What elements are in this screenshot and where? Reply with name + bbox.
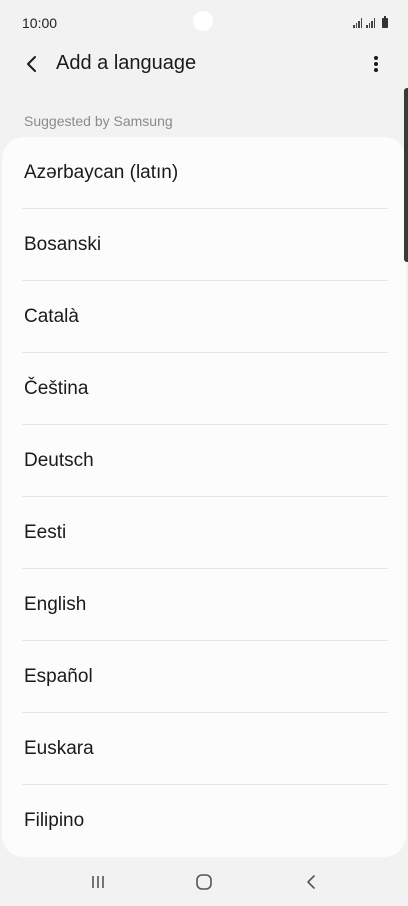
language-item[interactable]: Eesti xyxy=(2,497,406,569)
language-label: Čeština xyxy=(24,378,89,399)
status-bar: 10:00 xyxy=(0,0,408,44)
more-vertical-icon xyxy=(374,56,378,72)
page-title: Add a language xyxy=(56,52,197,74)
navigation-bar xyxy=(0,858,408,906)
back-icon xyxy=(307,875,315,889)
chevron-left-icon xyxy=(27,56,36,72)
recents-icon xyxy=(92,876,104,888)
language-label: Català xyxy=(24,306,79,327)
language-label: Español xyxy=(24,666,93,687)
nav-back-button[interactable] xyxy=(291,870,331,894)
home-icon xyxy=(196,874,212,890)
language-item[interactable]: Čeština xyxy=(2,353,406,425)
section-header: Suggested by Samsung xyxy=(24,113,173,129)
language-label: Euskara xyxy=(24,738,94,759)
status-icons xyxy=(353,14,388,28)
language-item[interactable]: Azərbaycan (latın) xyxy=(2,137,406,209)
language-label: Deutsch xyxy=(24,450,94,471)
status-time: 10:00 xyxy=(22,15,58,31)
camera-cutout xyxy=(193,11,213,31)
signal-icon-2 xyxy=(366,18,375,28)
language-label: Eesti xyxy=(24,522,67,543)
language-list: Azərbaycan (latın) Bosanski Català Češti… xyxy=(2,137,406,857)
language-label: Azərbaycan (latın) xyxy=(24,162,179,183)
language-item[interactable]: Filipino xyxy=(2,785,406,857)
battery-icon xyxy=(382,16,388,28)
more-options-button[interactable] xyxy=(362,50,390,78)
language-label: Filipino xyxy=(24,810,85,831)
language-item[interactable]: Català xyxy=(2,281,406,353)
language-label: English xyxy=(24,594,87,615)
recents-button[interactable] xyxy=(78,870,118,894)
language-item[interactable]: Deutsch xyxy=(2,425,406,497)
signal-icon xyxy=(353,18,362,28)
language-item[interactable]: Bosanski xyxy=(2,209,406,281)
back-button[interactable] xyxy=(18,50,46,78)
home-button[interactable] xyxy=(184,870,224,894)
language-label: Bosanski xyxy=(24,234,102,255)
language-item[interactable]: English xyxy=(2,569,406,641)
language-item[interactable]: Euskara xyxy=(2,713,406,785)
app-bar: Add a language xyxy=(0,40,408,88)
language-item[interactable]: Español xyxy=(2,641,406,713)
scrollbar[interactable] xyxy=(404,88,408,262)
